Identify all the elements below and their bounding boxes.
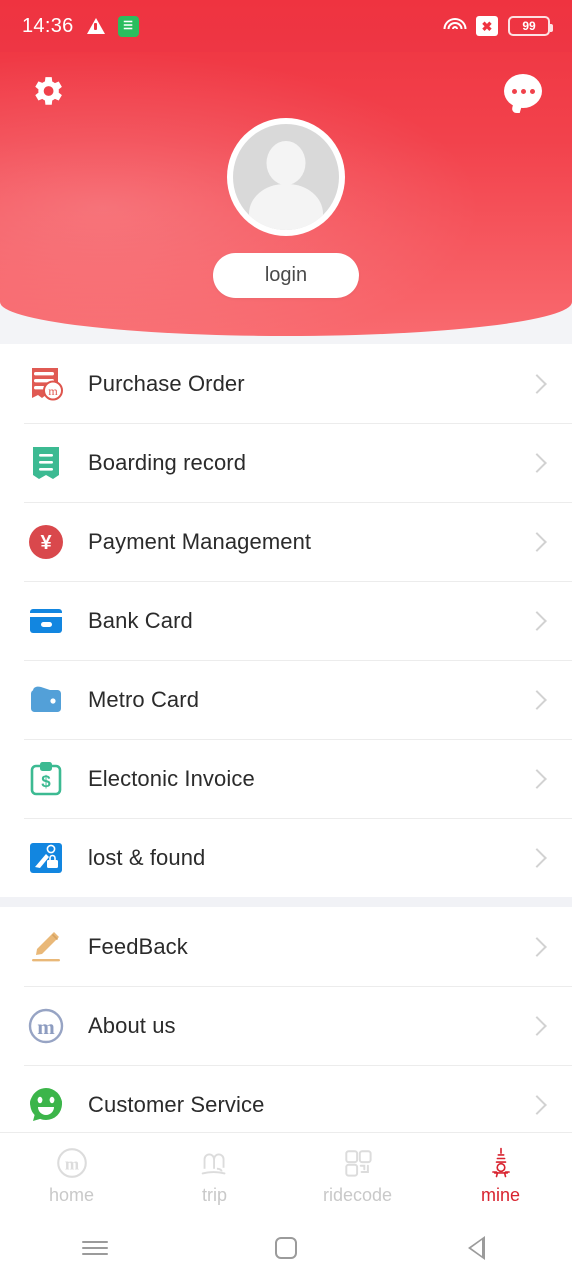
chevron-right-icon	[527, 1015, 547, 1036]
menu-item-boarding-record[interactable]: Boarding record	[0, 423, 572, 502]
default-avatar-icon	[233, 124, 339, 230]
pencil-feedback-icon	[24, 925, 68, 969]
bank-card-icon	[24, 599, 68, 643]
menu-item-label: Metro Card	[88, 686, 200, 712]
yen-payment-icon: ¥	[24, 520, 68, 564]
chevron-right-icon	[527, 768, 547, 789]
svg-text:$: $	[41, 772, 51, 791]
no-sim-x-icon: ✖	[476, 16, 498, 36]
metro-card-wallet-icon	[24, 678, 68, 722]
customer-service-headset-icon	[24, 1083, 68, 1127]
menu-item-payment-management[interactable]: ¥ Payment Management	[0, 502, 572, 581]
status-bar: 14:36 ☰ ✖ 99	[0, 0, 572, 52]
trip-icon	[195, 1144, 235, 1182]
svg-text:m: m	[37, 1015, 55, 1039]
menu-item-label: Bank Card	[88, 607, 193, 633]
menu-section-primary: m Purchase Order Boarding record ¥ Payme…	[0, 344, 572, 897]
chevron-right-icon	[527, 936, 547, 957]
chevron-right-icon	[527, 531, 547, 552]
menu-item-label: FeedBack	[88, 933, 188, 959]
ridecode-qr-icon	[338, 1144, 378, 1182]
svg-text:m: m	[64, 1154, 78, 1173]
menu-item-label: Payment Management	[88, 528, 312, 554]
system-navigation-bar	[0, 1216, 572, 1280]
tab-trip[interactable]: trip	[143, 1133, 286, 1216]
battery-icon: 99	[508, 16, 553, 36]
lost-and-found-icon	[24, 836, 68, 880]
wifi-icon	[443, 17, 466, 35]
status-bar-right: ✖ 99	[443, 16, 553, 36]
menu-item-label: Boarding record	[88, 449, 247, 475]
menu-item-metro-card[interactable]: Metro Card	[0, 660, 572, 739]
purchase-order-icon: m	[24, 362, 68, 406]
menu-item-label: lost & found	[88, 844, 206, 870]
more-dots-icon[interactable]	[504, 74, 542, 108]
android-home-icon[interactable]	[191, 1216, 382, 1280]
home-logo-icon: m	[52, 1144, 92, 1182]
avatar[interactable]	[227, 118, 345, 236]
tab-ridecode[interactable]: ridecode	[286, 1133, 429, 1216]
gear-icon[interactable]	[28, 72, 66, 110]
svg-text:m: m	[48, 384, 58, 398]
phone-screen: 14:36 ☰ ✖ 99 login m Purchase Order Boar…	[0, 0, 572, 1280]
menu-item-purchase-order[interactable]: m Purchase Order	[0, 344, 572, 423]
electronic-invoice-icon: $	[24, 757, 68, 801]
menu-item-label: Purchase Order	[88, 370, 245, 396]
section-divider	[0, 897, 572, 907]
chevron-right-icon	[527, 847, 547, 868]
tab-mine[interactable]: mine	[429, 1133, 572, 1216]
menu-item-label: About us	[88, 1012, 176, 1038]
tab-label: ridecode	[322, 1184, 393, 1205]
about-us-logo-icon: m	[24, 1004, 68, 1048]
chevron-right-icon	[527, 689, 547, 710]
bottom-tab-bar: m home trip ridecode mine	[0, 1132, 572, 1216]
chevron-right-icon	[527, 610, 547, 631]
boarding-record-icon	[24, 441, 68, 485]
tab-label: trip	[201, 1184, 227, 1205]
menu-item-label: Electonic Invoice	[88, 765, 255, 791]
menu-item-about-us[interactable]: m About us	[0, 986, 572, 1065]
warning-triangle-icon	[86, 18, 105, 34]
menu-item-feedback[interactable]: FeedBack	[0, 907, 572, 986]
menu-lists: m Purchase Order Boarding record ¥ Payme…	[0, 344, 572, 1144]
menu-item-label: Customer Service	[88, 1091, 265, 1117]
chevron-right-icon	[527, 373, 547, 394]
battery-level-label: 99	[522, 19, 536, 33]
tab-label: home	[48, 1184, 95, 1205]
status-time: 14:36	[22, 14, 74, 37]
green-app-badge-icon: ☰	[117, 15, 139, 37]
menu-item-lost-and-found[interactable]: lost & found	[0, 818, 572, 897]
status-bar-left: 14:36 ☰	[22, 15, 139, 38]
tab-label: mine	[480, 1184, 520, 1205]
mine-tower-icon	[481, 1144, 521, 1182]
android-menu-icon[interactable]	[0, 1216, 191, 1280]
svg-text:¥: ¥	[40, 532, 52, 554]
menu-section-secondary: FeedBack m About us Customer Service	[0, 907, 572, 1144]
menu-item-electonic-invoice[interactable]: $ Electonic Invoice	[0, 739, 572, 818]
chevron-right-icon	[527, 1094, 547, 1115]
chevron-right-icon	[527, 452, 547, 473]
android-back-icon[interactable]	[381, 1216, 572, 1280]
login-button[interactable]: login	[213, 253, 359, 298]
tab-home[interactable]: m home	[0, 1133, 143, 1216]
menu-item-bank-card[interactable]: Bank Card	[0, 581, 572, 660]
